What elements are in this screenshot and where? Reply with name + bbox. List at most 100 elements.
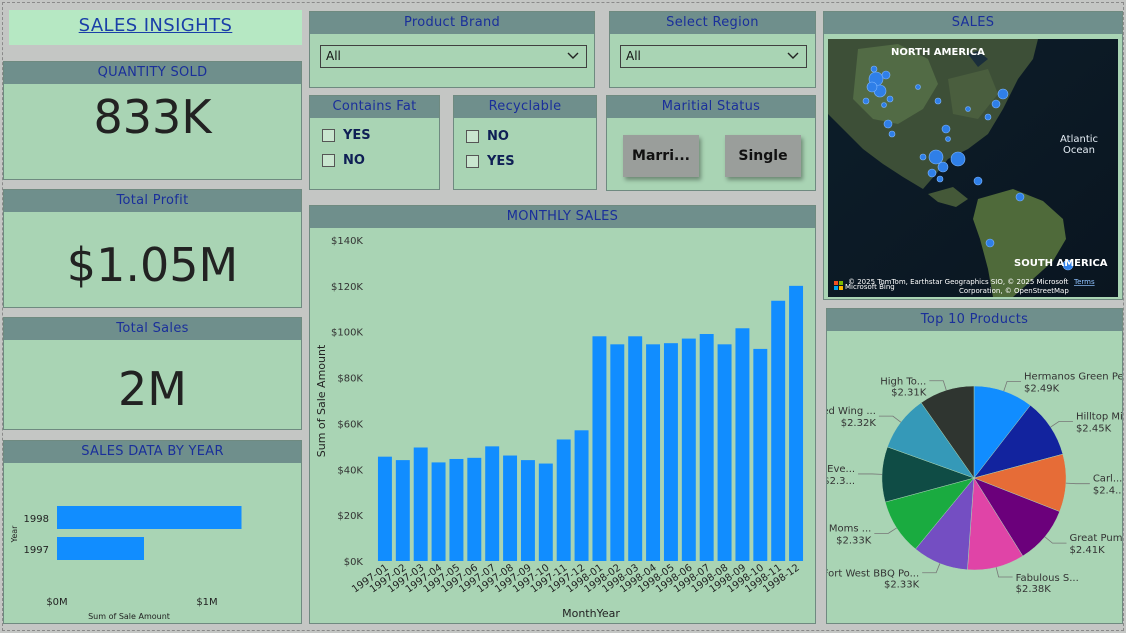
monthly-bar	[413, 447, 428, 561]
year-tick-label: 1998	[24, 514, 49, 525]
region-filter-label: Select Region	[610, 12, 815, 34]
pie-label: Great Pum...	[1069, 533, 1122, 544]
brand-dropdown[interactable]: All	[320, 45, 587, 68]
pie-leader-line	[922, 563, 941, 574]
sales-map[interactable]: NORTH AMERICA Atlantic Ocean SOUTH AMERI…	[828, 39, 1118, 297]
married-button[interactable]: Marri...	[623, 135, 699, 177]
monthly-bar	[646, 344, 661, 561]
marital-filter-card: Maritial Status Marri... Single	[606, 95, 816, 191]
monthly-bar	[681, 338, 696, 561]
monthly-y-tick: $20K	[337, 511, 363, 522]
pie-leader-line	[1050, 421, 1073, 428]
pie-value-label: $2.32K	[841, 418, 877, 429]
recyclable-option-no-label: NO	[487, 129, 509, 144]
monthly-y-tick: $140K	[331, 236, 363, 247]
pie-value-label: $2.33K	[836, 535, 872, 546]
pie-label: Hilltop Mi...	[1076, 412, 1122, 423]
monthly-chart-title: MONTHLY SALES	[310, 206, 815, 228]
year-chart: 1998 1997 $0M $1M Sum of Sale Amount Year	[10, 506, 242, 621]
fat-option-no-label: NO	[343, 153, 365, 168]
monthly-bar	[663, 343, 678, 561]
pie-value-label: $2.4...	[1093, 486, 1122, 497]
year-tick-label: 1997	[24, 545, 49, 556]
year-chart-title: SALES DATA BY YEAR	[4, 441, 301, 463]
top10-pie-chart: Hermanos Green Pepp...$2.49K Hilltop Mi..…	[827, 371, 1122, 595]
pie-value-label: $2.38K	[1016, 584, 1052, 595]
checkbox[interactable]	[322, 129, 335, 142]
recyclable-option-yes[interactable]: YES	[466, 154, 515, 169]
pie-value-label: $2.45K	[1076, 424, 1112, 435]
kpi-sales-value: 2M	[118, 362, 187, 416]
region-dropdown[interactable]: All	[620, 45, 807, 68]
north-america-label: NORTH AMERICA	[891, 47, 985, 58]
checkbox[interactable]	[322, 154, 335, 167]
checkbox[interactable]	[466, 130, 479, 143]
chevron-down-icon	[567, 52, 579, 59]
pie-label: Carl...	[1093, 474, 1122, 485]
kpi-quantity-label: QUANTITY SOLD	[4, 62, 301, 84]
pie-value-label: $2.49K	[1024, 383, 1060, 394]
pie-label: Eve...	[827, 464, 855, 475]
kpi-sales-label: Total Sales	[4, 318, 301, 340]
monthly-bar	[771, 300, 786, 561]
dashboard-title: SALES INSIGHTS	[9, 10, 302, 45]
checkbox[interactable]	[466, 155, 479, 168]
fat-option-yes[interactable]: YES	[322, 128, 371, 143]
year-bar	[57, 506, 242, 529]
marital-filter-label: Maritial Status	[607, 96, 815, 118]
pie-value-label: $2.3...	[827, 476, 855, 487]
pie-leader-line	[1003, 381, 1022, 392]
year-bar	[57, 537, 144, 560]
monthly-x-axis-label: MonthYear	[562, 607, 620, 620]
recyclable-filter-label: Recyclable	[454, 96, 596, 118]
region-dropdown-value: All	[626, 49, 641, 63]
map-credit-line2: Corporation, © OpenStreetMap	[959, 287, 1069, 295]
monthly-chart: $0K$20K$40K$60K$80K$100K$120K$140K1997-0…	[315, 236, 804, 620]
year-x-tick: $0M	[46, 597, 67, 608]
map-terms-link[interactable]: Terms	[1073, 278, 1095, 286]
monthly-y-tick: $120K	[331, 282, 363, 293]
pie-value-label: $2.31K	[891, 388, 927, 399]
kpi-sales-card: Total Sales 2M	[3, 317, 302, 430]
pie-value-label: $2.33K	[884, 580, 920, 591]
kpi-profit-value: $1.05M	[66, 238, 239, 292]
brand-dropdown-value: All	[326, 49, 341, 63]
map-credit-line1: © 2025 TomTom, Earthstar Geographics SIO…	[848, 278, 1069, 286]
recyclable-option-no[interactable]: NO	[466, 129, 509, 144]
fat-filter-card: Contains Fat YES NO	[309, 95, 440, 190]
brand-filter-label: Product Brand	[310, 12, 594, 34]
chevron-down-icon	[787, 52, 799, 59]
pie-value-label: $2.41K	[1069, 545, 1105, 556]
region-filter-card: Select Region All	[609, 11, 816, 88]
top10-card: Top 10 Products Hermanos Green Pepp...$2…	[826, 308, 1123, 624]
monthly-bar	[449, 458, 464, 561]
map-card: SALES NORTH AMERICA Atlantic Ocean SOUTH…	[823, 11, 1123, 300]
pie-label: Hermanos Green Pepp...	[1024, 371, 1122, 382]
monthly-bar	[503, 455, 518, 561]
monthly-y-tick: $0K	[344, 557, 364, 568]
year-y-axis-label: Year	[10, 525, 19, 544]
monthly-bar	[538, 463, 553, 561]
dashboard-title-text: SALES INSIGHTS	[78, 15, 233, 36]
south-america-label: SOUTH AMERICA	[1014, 258, 1108, 269]
recyclable-option-yes-label: YES	[487, 154, 515, 169]
kpi-quantity-card: QUANTITY SOLD 833K	[3, 61, 302, 180]
monthly-bar	[735, 328, 750, 561]
monthly-bar	[592, 336, 607, 561]
monthly-bar	[377, 456, 392, 561]
ocean-label-line1: Atlantic	[1060, 134, 1098, 145]
ocean-label-line2: Ocean	[1063, 145, 1095, 156]
kpi-profit-card: Total Profit $1.05M	[3, 189, 302, 308]
recyclable-filter-card: Recyclable NO YES	[453, 95, 597, 190]
monthly-y-tick: $60K	[337, 419, 363, 430]
pie-label: Moms ...	[829, 523, 871, 534]
top10-title: Top 10 Products	[827, 309, 1122, 331]
monthly-bar	[395, 460, 410, 561]
fat-option-no[interactable]: NO	[322, 153, 365, 168]
single-button[interactable]: Single	[725, 135, 801, 177]
fat-filter-label: Contains Fat	[310, 96, 439, 118]
monthly-bar	[628, 336, 643, 561]
monthly-y-tick: $40K	[337, 465, 363, 476]
monthly-y-tick: $80K	[337, 374, 363, 385]
map-title: SALES	[824, 12, 1122, 34]
